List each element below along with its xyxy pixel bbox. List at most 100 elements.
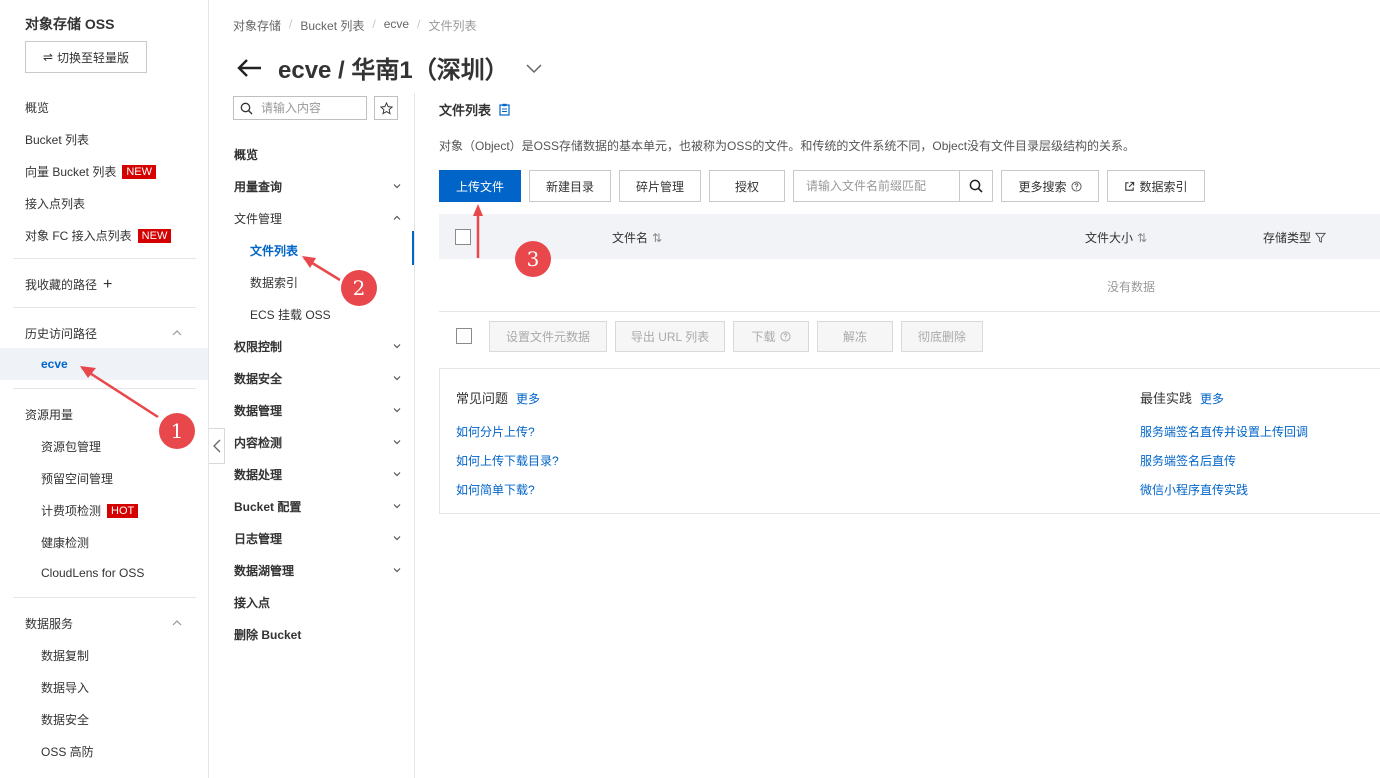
sidebar-item-label: 计费项检测 — [41, 504, 102, 518]
chevron-down-icon[interactable] — [392, 501, 402, 511]
sidebar-item-label: 我收藏的路径 — [25, 278, 98, 292]
chevron-down-icon[interactable] — [525, 62, 543, 74]
sidebar-group-history[interactable]: 历史访问路径 — [25, 325, 97, 342]
sort-icon: ⇅ — [652, 230, 663, 245]
upload-file-button[interactable]: 上传文件 — [439, 170, 521, 202]
nav-item-log-mgmt[interactable]: 日志管理 — [234, 530, 282, 547]
filter-icon[interactable] — [1315, 232, 1327, 243]
chevron-down-icon[interactable] — [392, 437, 402, 447]
nav-item-content-detect[interactable]: 内容检测 — [234, 434, 282, 451]
nav-item-ecs-mount[interactable]: ECS 挂载 OSS — [250, 306, 331, 323]
nav-item-overview[interactable]: 概览 — [234, 146, 258, 163]
faq-more-link[interactable]: 更多 — [516, 390, 540, 407]
sidebar-item-data-security[interactable]: 数据安全 — [41, 711, 89, 728]
nav-item-usage[interactable]: 用量查询 — [234, 178, 282, 195]
best-practice-link[interactable]: 服务端签名后直传 — [1140, 452, 1236, 469]
sidebar-item-billing-check[interactable]: 计费项检测 HOT — [41, 502, 139, 519]
sidebar-item-bucket-list[interactable]: Bucket 列表 — [25, 131, 89, 148]
sidebar-item-label: 数据复制 — [41, 649, 90, 663]
section-title-text: 文件列表 — [439, 103, 492, 118]
fragment-mgmt-button[interactable]: 碎片管理 — [619, 170, 701, 202]
column-storage[interactable]: 存储类型 — [1263, 229, 1327, 246]
export-url-button[interactable]: 导出 URL 列表 — [615, 321, 725, 352]
sidebar-item-history-ecve[interactable]: ecve — [0, 348, 208, 380]
nav-item-data-process[interactable]: 数据处理 — [234, 466, 282, 483]
file-search[interactable] — [793, 170, 993, 202]
back-arrow-icon[interactable] — [236, 58, 262, 78]
favorite-button[interactable] — [374, 96, 398, 120]
sidebar-item-health[interactable]: 健康检测 — [41, 534, 89, 551]
empty-state: 没有数据 — [439, 259, 1380, 312]
chevron-down-icon[interactable] — [392, 565, 402, 575]
nav-item-access-control[interactable]: 权限控制 — [234, 338, 282, 355]
empty-text: 没有数据 — [1107, 280, 1156, 294]
nav-item-data-index[interactable]: 数据索引 — [250, 274, 298, 291]
nav-item-file-list[interactable]: 文件列表 — [250, 242, 298, 259]
sidebar-item-package[interactable]: 资源包管理 — [41, 438, 101, 455]
nav-search-input[interactable] — [261, 101, 357, 115]
nav-item-delete-bucket[interactable]: 删除 Bucket — [234, 626, 301, 643]
sidebar-item-label: 数据导入 — [41, 681, 90, 695]
chevron-down-icon[interactable] — [392, 181, 402, 191]
bulk-select-checkbox[interactable] — [456, 328, 472, 344]
nav-item-data-mgmt[interactable]: 数据管理 — [234, 402, 282, 419]
file-search-button[interactable] — [959, 171, 992, 201]
select-all-checkbox[interactable] — [455, 229, 471, 245]
sidebar-item-label: OSS 高防 — [41, 745, 94, 759]
more-search-button[interactable]: 更多搜索 — [1001, 170, 1099, 202]
sidebar-item-cloudlens[interactable]: CloudLens for OSS — [41, 566, 144, 580]
permanent-delete-button[interactable]: 彻底删除 — [901, 321, 983, 352]
sidebar-title: 对象存储 OSS — [25, 16, 115, 32]
chevron-up-icon[interactable] — [172, 328, 182, 338]
sidebar-item-anti-ddos[interactable]: OSS 高防 — [41, 743, 94, 760]
best-practice-link[interactable]: 服务端签名直传并设置上传回调 — [1140, 423, 1308, 440]
sidebar-item-fc-access-points[interactable]: 对象 FC 接入点列表 NEW — [25, 227, 172, 244]
sidebar-group-label: 历史访问路径 — [25, 327, 98, 341]
breadcrumb-bucket[interactable]: ecve — [384, 17, 409, 34]
sidebar-item-import[interactable]: 数据导入 — [41, 679, 89, 696]
breadcrumb-oss[interactable]: 对象存储 — [233, 17, 281, 34]
nav-item-file-mgmt[interactable]: 文件管理 — [234, 210, 282, 227]
faq-link[interactable]: 如何上传下载目录? — [456, 452, 559, 469]
sidebar-group-data-service[interactable]: 数据服务 — [25, 615, 73, 632]
faq-link[interactable]: 如何简单下载? — [456, 481, 535, 498]
chevron-down-icon[interactable] — [392, 405, 402, 415]
sidebar-group-resources[interactable]: 资源用量 — [25, 406, 73, 423]
set-metadata-button[interactable]: 设置文件元数据 — [489, 321, 607, 352]
sidebar-item-vector-bucket[interactable]: 向量 Bucket 列表 NEW — [25, 163, 157, 180]
sidebar-item-access-points[interactable]: 接入点列表 — [25, 195, 85, 212]
nav-item-datalake[interactable]: 数据湖管理 — [234, 562, 294, 579]
column-size[interactable]: 文件大小 ⇅ — [1085, 229, 1147, 246]
sidebar-item-replication[interactable]: 数据复制 — [41, 647, 89, 664]
new-directory-button[interactable]: 新建目录 — [529, 170, 611, 202]
sidebar-item-favorites[interactable]: 我收藏的路径 + — [25, 276, 112, 293]
chevron-up-icon[interactable] — [172, 618, 182, 628]
nav-search[interactable] — [233, 96, 367, 120]
download-button[interactable]: 下载 — [733, 321, 809, 352]
unfreeze-button[interactable]: 解冻 — [817, 321, 893, 352]
faq-link[interactable]: 如何分片上传? — [456, 423, 535, 440]
authorize-button[interactable]: 授权 — [709, 170, 785, 202]
switch-lite-button[interactable]: ⇌ 切换至轻量版 — [25, 41, 147, 73]
nav-item-bucket-config[interactable]: Bucket 配置 — [234, 498, 301, 515]
breadcrumb-bucket-list[interactable]: Bucket 列表 — [300, 17, 364, 34]
sort-icon: ⇅ — [1137, 230, 1148, 245]
best-practice-heading: 最佳实践 更多 — [1140, 388, 1224, 407]
best-practice-more-link[interactable]: 更多 — [1200, 390, 1224, 407]
section-title: 文件列表 — [439, 100, 510, 119]
data-index-button[interactable]: 数据索引 — [1107, 170, 1205, 202]
column-name[interactable]: 文件名 ⇅ — [612, 229, 662, 246]
chevron-up-icon[interactable] — [392, 213, 402, 223]
sidebar-item-overview[interactable]: 概览 — [25, 99, 49, 116]
plus-icon[interactable]: + — [103, 276, 112, 292]
chevron-down-icon[interactable] — [392, 469, 402, 479]
chevron-down-icon[interactable] — [392, 341, 402, 351]
nav-item-access-point[interactable]: 接入点 — [234, 594, 270, 611]
clipboard-icon[interactable] — [499, 103, 510, 116]
nav-item-data-security[interactable]: 数据安全 — [234, 370, 282, 387]
best-practice-link[interactable]: 微信小程序直传实践 — [1140, 481, 1248, 498]
sidebar-item-reserved[interactable]: 预留空间管理 — [41, 470, 113, 487]
chevron-down-icon[interactable] — [392, 533, 402, 543]
file-search-input[interactable] — [794, 171, 959, 201]
chevron-down-icon[interactable] — [392, 373, 402, 383]
